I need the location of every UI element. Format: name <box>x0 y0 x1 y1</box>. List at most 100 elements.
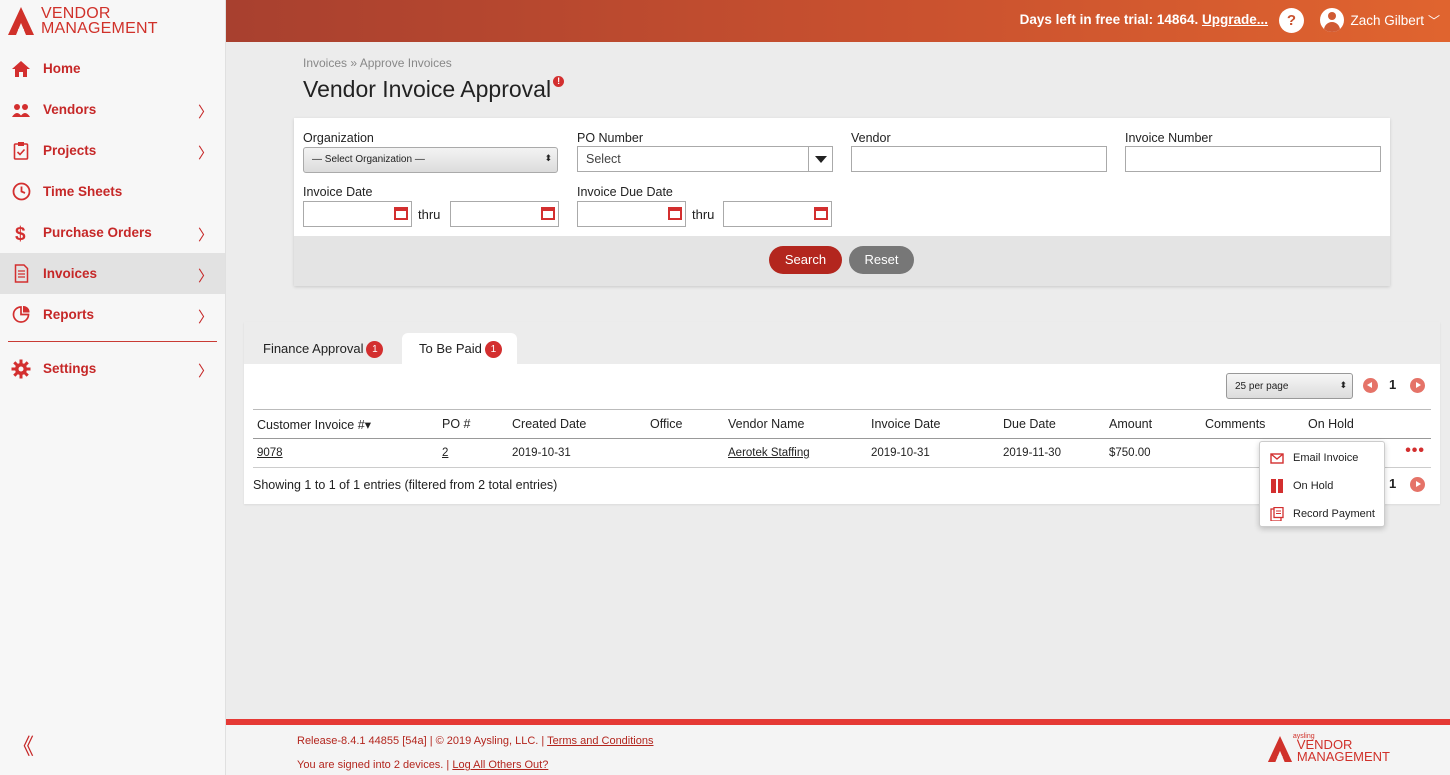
calendar-icon[interactable] <box>814 207 828 220</box>
terms-link[interactable]: Terms and Conditions <box>547 735 653 747</box>
tab-finance-approval[interactable]: Finance Approval 1 <box>263 333 398 364</box>
column-header-label: Customer Invoice # <box>257 418 365 432</box>
app-logo[interactable]: VENDOR MANAGEMENT <box>0 0 225 42</box>
chevron-right-icon: 〉 <box>197 309 213 326</box>
po-number-select-value: Select <box>586 152 621 166</box>
menu-item-label: On Hold <box>1293 480 1334 492</box>
pause-icon <box>1270 479 1284 493</box>
invoice-due-date-label: Invoice Due Date <box>577 185 673 199</box>
page-title: Vendor Invoice Approval! <box>303 76 565 103</box>
column-header-office[interactable]: Office <box>650 417 682 431</box>
column-header-comments[interactable]: Comments <box>1205 417 1265 431</box>
sidebar-item-label: Home <box>43 61 81 76</box>
row-actions-menu: Email Invoice On Hold Record Payment <box>1259 441 1385 527</box>
trial-notice: Days left in free trial: 14864. Upgrade.… <box>1020 12 1268 27</box>
calendar-icon[interactable] <box>394 207 408 220</box>
calendar-icon[interactable] <box>668 207 682 220</box>
column-header-invoice-date[interactable]: Invoice Date <box>871 417 940 431</box>
due-date-cell: 2019-11-30 <box>1003 447 1061 459</box>
column-header-created-date[interactable]: Created Date <box>512 417 586 431</box>
filter-panel: Organization — Select Organization — ⬍ P… <box>294 118 1390 286</box>
home-icon <box>10 58 32 80</box>
clock-icon <box>10 181 32 203</box>
next-page-button[interactable] <box>1410 378 1425 393</box>
invoice-date-from-input[interactable] <box>303 201 412 227</box>
chevron-right-icon: 〉 <box>197 227 213 244</box>
invoice-date-to-input[interactable] <box>450 201 559 227</box>
column-header-po[interactable]: PO # <box>442 417 471 431</box>
column-header-vendor-name[interactable]: Vendor Name <box>728 417 804 431</box>
po-number-link[interactable]: 2 <box>442 447 448 459</box>
invoice-number-input[interactable] <box>1125 146 1381 172</box>
tab-to-be-paid[interactable]: To Be Paid 1 <box>402 333 517 364</box>
sidebar-item-home[interactable]: Home <box>0 48 225 89</box>
logout-others-link[interactable]: Log All Others Out? <box>452 759 548 771</box>
sidebar-item-reports[interactable]: Reports 〉 <box>0 294 225 335</box>
thru-label: thru <box>418 207 441 222</box>
tab-label: To Be Paid <box>419 341 482 356</box>
user-menu[interactable]: Zach Gilbert ﹀ <box>1320 8 1440 32</box>
next-page-button-bottom[interactable] <box>1410 477 1425 492</box>
top-header: Days left in free trial: 14864. Upgrade.… <box>226 0 1450 42</box>
invoice-number-link[interactable]: 9078 <box>257 447 283 459</box>
per-page-value: 25 per page <box>1235 381 1289 392</box>
more-actions-icon[interactable]: ••• <box>1405 442 1425 460</box>
release-info: Release-8.4.1 44855 [54a] | © 2019 Aysli… <box>297 735 653 747</box>
vendor-name-link[interactable]: Aerotek Staffing <box>728 447 810 459</box>
invoice-icon <box>10 263 32 285</box>
info-icon[interactable]: ! <box>553 76 565 87</box>
sidebar-item-purchase-orders[interactable]: $ Purchase Orders 〉 <box>0 212 225 253</box>
vendor-input[interactable] <box>851 146 1107 172</box>
footer-logo-text: VENDOR MANAGEMENT <box>1296 738 1390 764</box>
sort-desc-icon: ▾ <box>364 418 371 432</box>
column-header-due-date[interactable]: Due Date <box>1003 417 1056 431</box>
current-page: 1 <box>1389 377 1397 392</box>
chevron-right-icon: 〉 <box>197 363 213 380</box>
reset-button[interactable]: Reset <box>849 246 914 274</box>
sidebar: VENDOR MANAGEMENT Home Vendors 〉 Project… <box>0 0 226 775</box>
email-icon <box>1270 451 1284 465</box>
menu-item-email-invoice[interactable]: Email Invoice <box>1270 451 1358 465</box>
sidebar-item-settings[interactable]: Settings 〉 <box>0 348 225 389</box>
created-date-cell: 2019-10-31 <box>512 447 571 459</box>
footer-logo-small-text: aysling <box>1292 733 1315 740</box>
logo-mark-icon <box>1267 736 1292 762</box>
column-header-customer-invoice[interactable]: Customer Invoice #▾ <box>257 417 371 432</box>
select-arrows-icon: ⬍ <box>544 153 552 163</box>
due-date-from-input[interactable] <box>577 201 686 227</box>
thru-label: thru <box>692 207 715 222</box>
column-header-amount[interactable]: Amount <box>1109 417 1152 431</box>
current-page-bottom: 1 <box>1389 476 1397 491</box>
sidebar-item-label: Settings <box>43 361 97 376</box>
menu-item-record-payment[interactable]: Record Payment <box>1270 506 1375 522</box>
organization-select[interactable]: — Select Organization — ⬍ <box>303 147 558 173</box>
vendor-label: Vendor <box>851 131 891 145</box>
per-page-select[interactable]: 25 per page ⬍ <box>1226 373 1353 399</box>
count-badge: 1 <box>484 341 502 358</box>
logo-line-2: MANAGEMENT <box>41 20 158 37</box>
table-header: Customer Invoice #▾ PO # Created Date Of… <box>253 409 1431 439</box>
due-date-to-input[interactable] <box>723 201 832 227</box>
prev-page-button[interactable] <box>1363 378 1378 393</box>
caret-down-icon <box>808 147 832 171</box>
clipboard-icon <box>10 140 32 162</box>
invoice-date-cell: 2019-10-31 <box>871 447 930 459</box>
help-button[interactable]: ? <box>1279 8 1304 33</box>
calendar-icon[interactable] <box>541 207 555 220</box>
po-number-select[interactable]: Select <box>577 146 833 172</box>
organization-select-value: — Select Organization — <box>312 154 425 165</box>
column-header-on-hold[interactable]: On Hold <box>1308 417 1354 431</box>
sidebar-nav: Home Vendors 〉 Projects 〉 Time Sheets $ <box>0 48 225 389</box>
sidebar-item-time-sheets[interactable]: Time Sheets <box>0 171 225 212</box>
menu-item-on-hold[interactable]: On Hold <box>1270 479 1333 493</box>
sidebar-item-vendors[interactable]: Vendors 〉 <box>0 89 225 130</box>
amount-cell: $750.00 <box>1109 447 1151 459</box>
sidebar-divider <box>8 341 217 342</box>
footer-logo-line-2: MANAGEMENT <box>1296 749 1390 764</box>
sidebar-item-projects[interactable]: Projects 〉 <box>0 130 225 171</box>
sidebar-item-invoices[interactable]: Invoices 〉 <box>0 253 225 294</box>
collapse-sidebar-button[interactable]: 《 <box>12 729 34 761</box>
upgrade-link[interactable]: Upgrade... <box>1202 12 1268 27</box>
search-button[interactable]: Search <box>769 246 842 274</box>
sidebar-item-label: Purchase Orders <box>43 225 152 240</box>
